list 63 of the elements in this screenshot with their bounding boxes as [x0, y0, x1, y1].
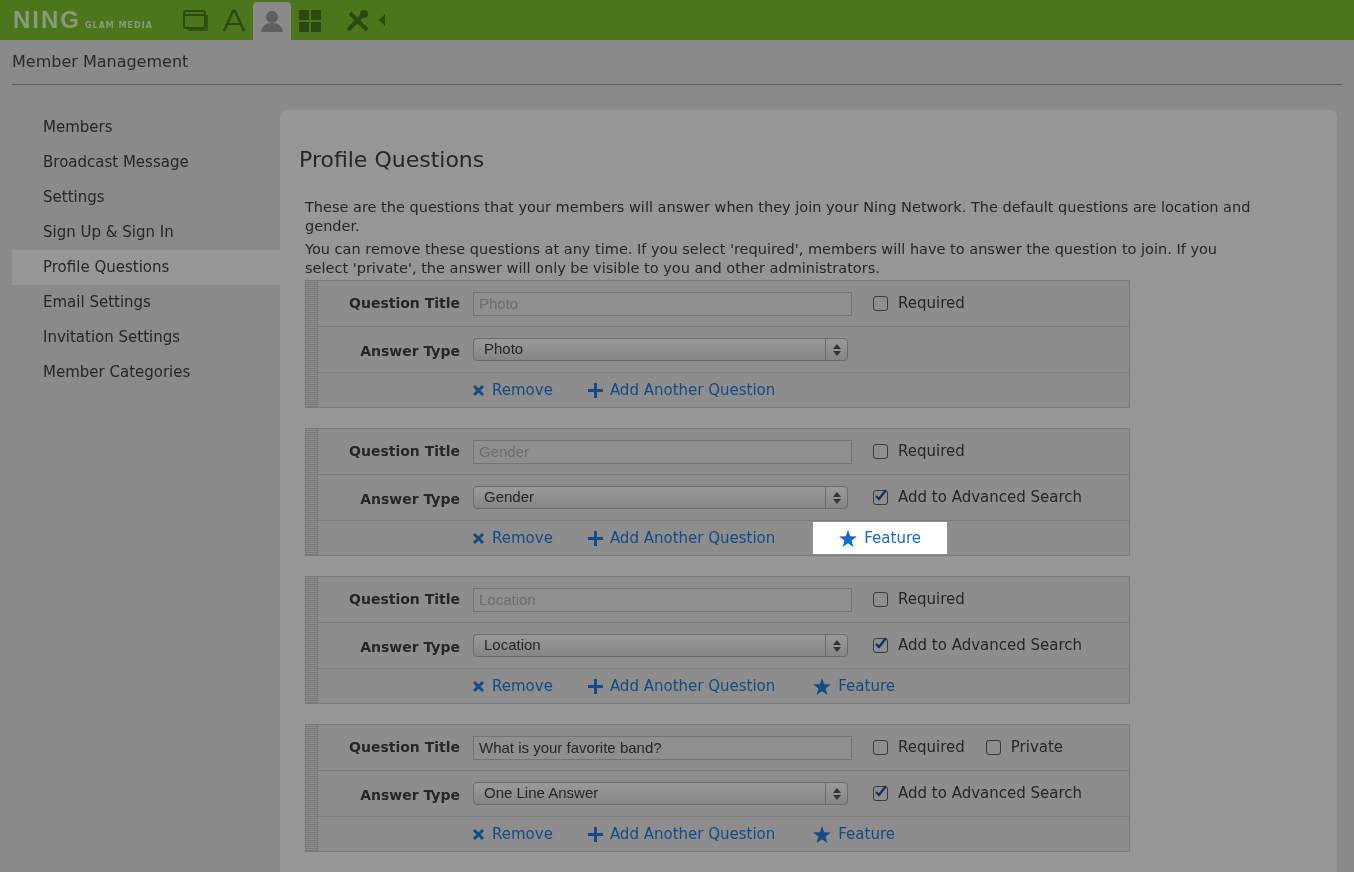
sidebar-item[interactable]: Profile Questions: [12, 250, 280, 285]
x-icon: [472, 383, 485, 397]
checkbox[interactable]: [985, 740, 1001, 755]
checkbox-label: Required: [898, 589, 965, 611]
sidebar-item[interactable]: Invitation Settings: [12, 320, 280, 355]
person-icon: [259, 10, 284, 32]
sidebar-item[interactable]: Email Settings: [12, 285, 280, 320]
collapse-arrow-icon: [377, 14, 386, 26]
updown-arrows-icon: [832, 639, 841, 652]
field-label: Question Title: [348, 442, 460, 461]
question-title-field[interactable]: What is your favorite band?: [473, 735, 852, 760]
sidebar-item[interactable]: Broadcast Message: [12, 145, 280, 180]
star-icon: [813, 677, 832, 695]
star-icon: [839, 529, 858, 547]
updown-arrows-icon: [832, 787, 841, 800]
sidebar-item[interactable]: Members: [12, 110, 280, 145]
field-label: Answer Type: [359, 342, 460, 361]
field-label: Question Title: [348, 590, 460, 609]
description-text: These are the questions that your members will answer when they join your Ning Network. The default questions are location and gender.: [305, 198, 1252, 236]
answer-type-select[interactable]: One Line Answer: [473, 782, 848, 805]
field-label: Question Title: [348, 294, 460, 313]
plus-icon: [587, 382, 603, 398]
drag-handle[interactable]: [306, 725, 318, 851]
checkbox[interactable]: [873, 786, 888, 801]
logo: NING: [13, 5, 81, 35]
checkbox-label: Add to Advanced Search: [898, 783, 1083, 805]
field-label: Answer Type: [359, 786, 460, 805]
logo-subtitle: GLAM MEDIA: [85, 20, 153, 32]
sidebar-item[interactable]: Settings: [12, 180, 280, 215]
checkbox-label: Private: [1010, 737, 1064, 759]
plus-icon: [587, 826, 603, 842]
checkbox-label: Add to Advanced Search: [898, 487, 1083, 509]
checkbox-label: Required: [898, 441, 965, 463]
tools-icon: [344, 9, 371, 33]
nav-tab[interactable]: [252, 2, 291, 40]
add-link[interactable]: Add Another Question: [587, 822, 776, 846]
sidebar-item[interactable]: Member Categories: [12, 355, 280, 390]
feature-link[interactable]: Feature: [813, 822, 895, 846]
checkbox-label: Required: [898, 737, 965, 759]
panel-title: Profile Questions: [299, 146, 486, 174]
x-icon: [472, 679, 485, 693]
plus-icon: [587, 678, 603, 694]
field-label: Answer Type: [359, 490, 460, 509]
checkbox-label: Required: [898, 293, 965, 315]
page-title: Member Management: [12, 51, 189, 73]
star-icon: [813, 825, 832, 843]
x-icon: [472, 531, 485, 545]
grid-icon: [298, 10, 321, 32]
field-label: Question Title: [348, 738, 460, 757]
updown-arrows-icon: [832, 343, 841, 356]
drag-handle[interactable]: [306, 577, 318, 703]
x-icon: [472, 827, 485, 841]
drag-handle[interactable]: [306, 429, 318, 555]
checkbox-label: Add to Advanced Search: [898, 635, 1083, 657]
drag-handle[interactable]: [306, 281, 318, 407]
sidebar-item[interactable]: Sign Up & Sign In: [12, 215, 280, 250]
description-text: You can remove these questions at any time. If you select 'required', members will have to answer the question to join. If you select 'private', the answer will only be visible to you and other administrators.: [305, 240, 1219, 278]
field-label: Answer Type: [359, 638, 460, 657]
updown-arrows-icon: [832, 491, 841, 504]
window-icon: [182, 10, 209, 32]
remove-link[interactable]: Remove: [472, 822, 553, 846]
plus-icon: [587, 530, 603, 546]
checkbox[interactable]: [873, 740, 888, 755]
